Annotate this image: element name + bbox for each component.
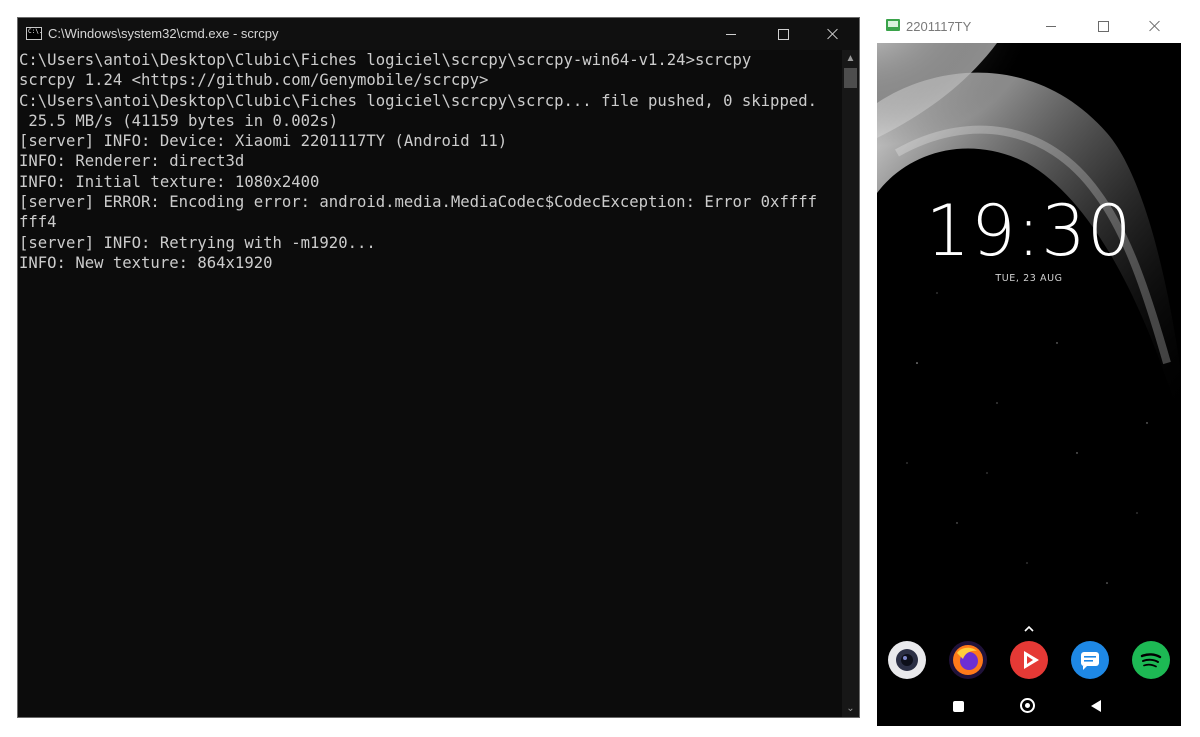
console-line: scrcpy 1.24 <https://github.com/Genymobi… — [19, 71, 489, 90]
scroll-down-icon[interactable]: ⌄ — [842, 700, 859, 717]
close-button[interactable] — [810, 18, 856, 50]
lockscreen-clock: 19:30 — [925, 190, 1133, 272]
console-line: 25.5 MB/s (41159 bytes in 0.002s) — [19, 111, 339, 130]
firefox-icon[interactable] — [949, 641, 987, 679]
cmd-window-title: C:\Windows\system32\cmd.exe - scrcpy — [48, 26, 279, 41]
console-line: INFO: Renderer: direct3d — [19, 152, 245, 171]
phone-screen[interactable]: 19:30 TUE, 23 AUG — [877, 43, 1181, 726]
vertical-scrollbar[interactable]: ▲ ⌄ — [842, 50, 859, 717]
youtube-vanced-icon[interactable] — [1010, 641, 1048, 679]
phone-title-bar[interactable]: 2201117TY — [876, 10, 1182, 43]
console-line: INFO: New texture: 864x1920 — [19, 253, 273, 272]
cmd-window: C:\. C:\Windows\system32\cmd.exe - scrcp… — [17, 17, 860, 718]
maximize-icon — [777, 28, 789, 40]
close-icon — [1149, 20, 1161, 32]
minimize-button[interactable] — [1028, 10, 1074, 42]
minimize-button[interactable] — [708, 18, 754, 50]
lockscreen-date: TUE, 23 AUG — [995, 273, 1063, 284]
messages-icon[interactable] — [1071, 641, 1109, 679]
scrcpy-phone-window: 2201117TY 19:30 TUE, 23 AUG — [876, 10, 1182, 726]
camera-icon[interactable] — [888, 641, 926, 679]
console-line: fff4 — [19, 213, 57, 232]
console-line: [server] INFO: Retrying with -m1920... — [19, 233, 376, 252]
console-line: C:\Users\antoi\Desktop\Clubic\Fiches log… — [19, 51, 752, 69]
console-line: C:\Users\antoi\Desktop\Clubic\Fiches log… — [19, 91, 817, 110]
app-dock — [877, 641, 1181, 685]
recents-icon[interactable] — [953, 701, 964, 712]
close-icon — [827, 28, 839, 40]
console-line: [server] ERROR: Encoding error: android.… — [19, 193, 817, 212]
android-nav-bar — [877, 691, 1181, 721]
scroll-up-icon[interactable]: ▲ — [842, 50, 859, 67]
console-line: [server] INFO: Device: Xiaomi 2201117TY … — [19, 132, 508, 151]
back-icon[interactable] — [1091, 700, 1101, 712]
minimize-icon — [726, 33, 736, 35]
phone-window-title: 2201117TY — [906, 19, 972, 34]
cmd-title-bar[interactable]: C:\. C:\Windows\system32\cmd.exe - scrcp… — [18, 18, 859, 50]
console-line: INFO: Initial texture: 1080x2400 — [19, 172, 320, 191]
maximize-button[interactable] — [1080, 10, 1126, 42]
maximize-icon — [1097, 20, 1109, 32]
swipe-up-icon[interactable] — [1023, 623, 1035, 635]
minimize-icon — [1046, 25, 1056, 27]
maximize-button[interactable] — [760, 18, 806, 50]
spotify-icon[interactable] — [1132, 641, 1170, 679]
scrollbar-thumb[interactable] — [844, 68, 857, 88]
cmd-app-icon: C:\. — [26, 27, 42, 40]
close-button[interactable] — [1132, 10, 1178, 42]
home-icon[interactable] — [1020, 698, 1035, 713]
console-output[interactable]: C:\Users\antoi\Desktop\Clubic\Fiches log… — [18, 50, 842, 717]
scrcpy-app-icon — [886, 19, 900, 31]
